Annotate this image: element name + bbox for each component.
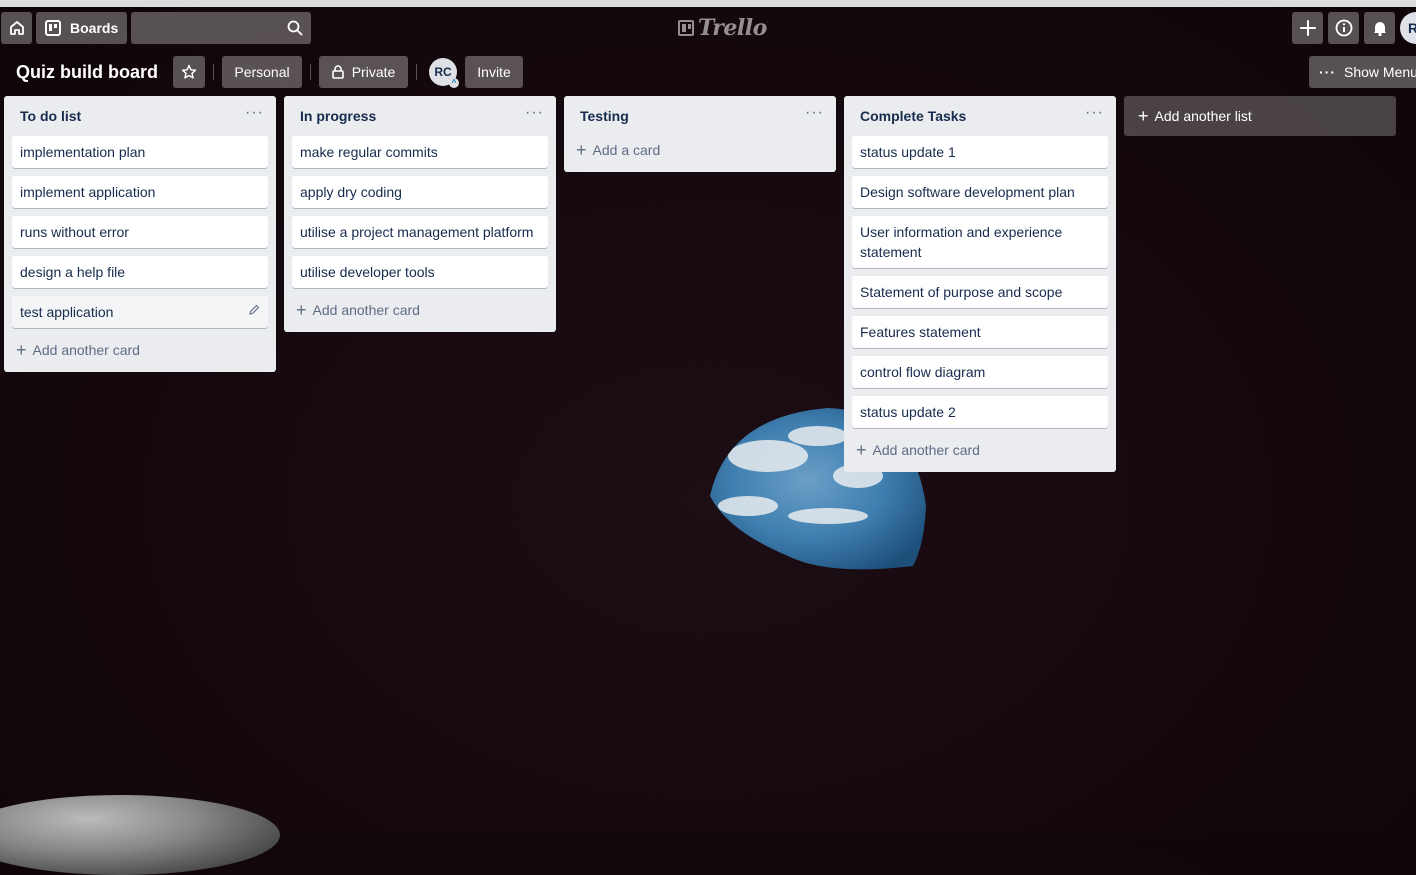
- plus-icon: +: [856, 440, 867, 460]
- trello-logo-text: Trello: [698, 15, 767, 41]
- list-menu-icon[interactable]: ···: [1085, 105, 1104, 124]
- list-in-progress: In progress ··· make regular commits app…: [284, 96, 556, 332]
- card[interactable]: make regular commits: [292, 136, 548, 168]
- top-nav: Boards Trello R: [0, 7, 1416, 49]
- member-initials: RC: [434, 65, 452, 79]
- list-menu-icon[interactable]: ···: [805, 105, 824, 124]
- card[interactable]: implementation plan: [12, 136, 268, 168]
- add-card-label: Add a card: [592, 142, 661, 158]
- boards-label: Boards: [70, 20, 119, 36]
- add-list-label: Add another list: [1154, 108, 1252, 124]
- invite-button[interactable]: Invite: [465, 56, 523, 88]
- home-icon: [9, 21, 24, 35]
- card[interactable]: runs without error: [12, 216, 268, 248]
- board-icon: [45, 20, 61, 36]
- header-divider: [416, 64, 417, 80]
- plus-icon: +: [16, 340, 27, 360]
- list-testing: Testing ··· + Add a card: [564, 96, 836, 172]
- pencil-icon[interactable]: [248, 304, 260, 316]
- card[interactable]: design a help file: [12, 256, 268, 288]
- add-card-button[interactable]: + Add a card: [572, 136, 828, 164]
- info-icon: [1335, 19, 1352, 37]
- info-button[interactable]: [1328, 12, 1359, 44]
- add-card-label: Add another card: [872, 442, 980, 458]
- plus-icon: +: [1138, 106, 1149, 126]
- browser-top-strip: [0, 0, 1416, 7]
- list-title[interactable]: Complete Tasks: [860, 108, 966, 124]
- user-initial: R: [1408, 20, 1416, 36]
- more-icon: ···: [1319, 64, 1336, 80]
- search-input[interactable]: [131, 12, 311, 44]
- star-button[interactable]: [173, 56, 205, 88]
- card[interactable]: utilise a project management platform: [292, 216, 548, 248]
- card[interactable]: implement application: [12, 176, 268, 208]
- card[interactable]: Features statement: [852, 316, 1108, 348]
- card-title: test application: [20, 304, 114, 320]
- header-divider: [310, 64, 311, 80]
- boards-button[interactable]: Boards: [36, 12, 127, 44]
- list-title[interactable]: Testing: [580, 108, 629, 124]
- show-menu-button[interactable]: ··· Show Menu: [1309, 56, 1416, 88]
- list-title[interactable]: In progress: [300, 108, 376, 124]
- notifications-button[interactable]: [1364, 12, 1395, 44]
- card[interactable]: Statement of purpose and scope: [852, 276, 1108, 308]
- show-menu-label: Show Menu: [1344, 64, 1416, 80]
- trello-logo[interactable]: Trello: [678, 15, 767, 41]
- card[interactable]: utilise developer tools: [292, 256, 548, 288]
- board-header: Quiz build board Personal Private RC ^ I…: [0, 54, 1416, 90]
- trello-mark-icon: [678, 20, 694, 36]
- add-list-button[interactable]: + Add another list: [1124, 96, 1396, 136]
- board-title[interactable]: Quiz build board: [16, 62, 158, 83]
- plus-icon: +: [576, 140, 587, 160]
- card[interactable]: Design software development plan: [852, 176, 1108, 208]
- plus-icon: [1299, 20, 1316, 36]
- card-hovered[interactable]: test application: [12, 296, 268, 328]
- list-menu-icon[interactable]: ···: [245, 105, 264, 124]
- add-card-label: Add another card: [32, 342, 140, 358]
- lock-icon: [331, 65, 344, 79]
- header-divider: [213, 64, 214, 80]
- add-card-button[interactable]: + Add another card: [292, 296, 548, 324]
- team-label: Personal: [234, 64, 290, 80]
- invite-label: Invite: [477, 64, 511, 80]
- user-avatar[interactable]: R: [1400, 12, 1416, 44]
- list-title[interactable]: To do list: [20, 108, 81, 124]
- home-button[interactable]: [1, 12, 32, 44]
- card[interactable]: apply dry coding: [292, 176, 548, 208]
- search-icon: [287, 20, 303, 36]
- add-card-label: Add another card: [312, 302, 420, 318]
- visibility-label: Private: [351, 64, 396, 80]
- member-avatar[interactable]: RC ^: [429, 58, 459, 88]
- add-card-button[interactable]: + Add another card: [852, 436, 1108, 464]
- plus-icon: +: [296, 300, 307, 320]
- moon-horizon-image: [0, 795, 280, 875]
- team-button[interactable]: Personal: [222, 56, 302, 88]
- card[interactable]: status update 2: [852, 396, 1108, 428]
- bell-icon: [1373, 22, 1386, 37]
- visibility-button[interactable]: Private: [319, 56, 408, 88]
- star-icon: [181, 64, 197, 79]
- list-menu-icon[interactable]: ···: [525, 105, 544, 124]
- create-button[interactable]: [1292, 12, 1323, 44]
- card[interactable]: User information and experience statemen…: [852, 216, 1108, 268]
- card[interactable]: status update 1: [852, 136, 1108, 168]
- add-card-button[interactable]: + Add another card: [12, 336, 268, 364]
- card[interactable]: control flow diagram: [852, 356, 1108, 388]
- admin-badge-icon: ^: [449, 78, 459, 88]
- list-complete-tasks: Complete Tasks ··· status update 1 Desig…: [844, 96, 1116, 472]
- list-to-do: To do list ··· implementation plan imple…: [4, 96, 276, 372]
